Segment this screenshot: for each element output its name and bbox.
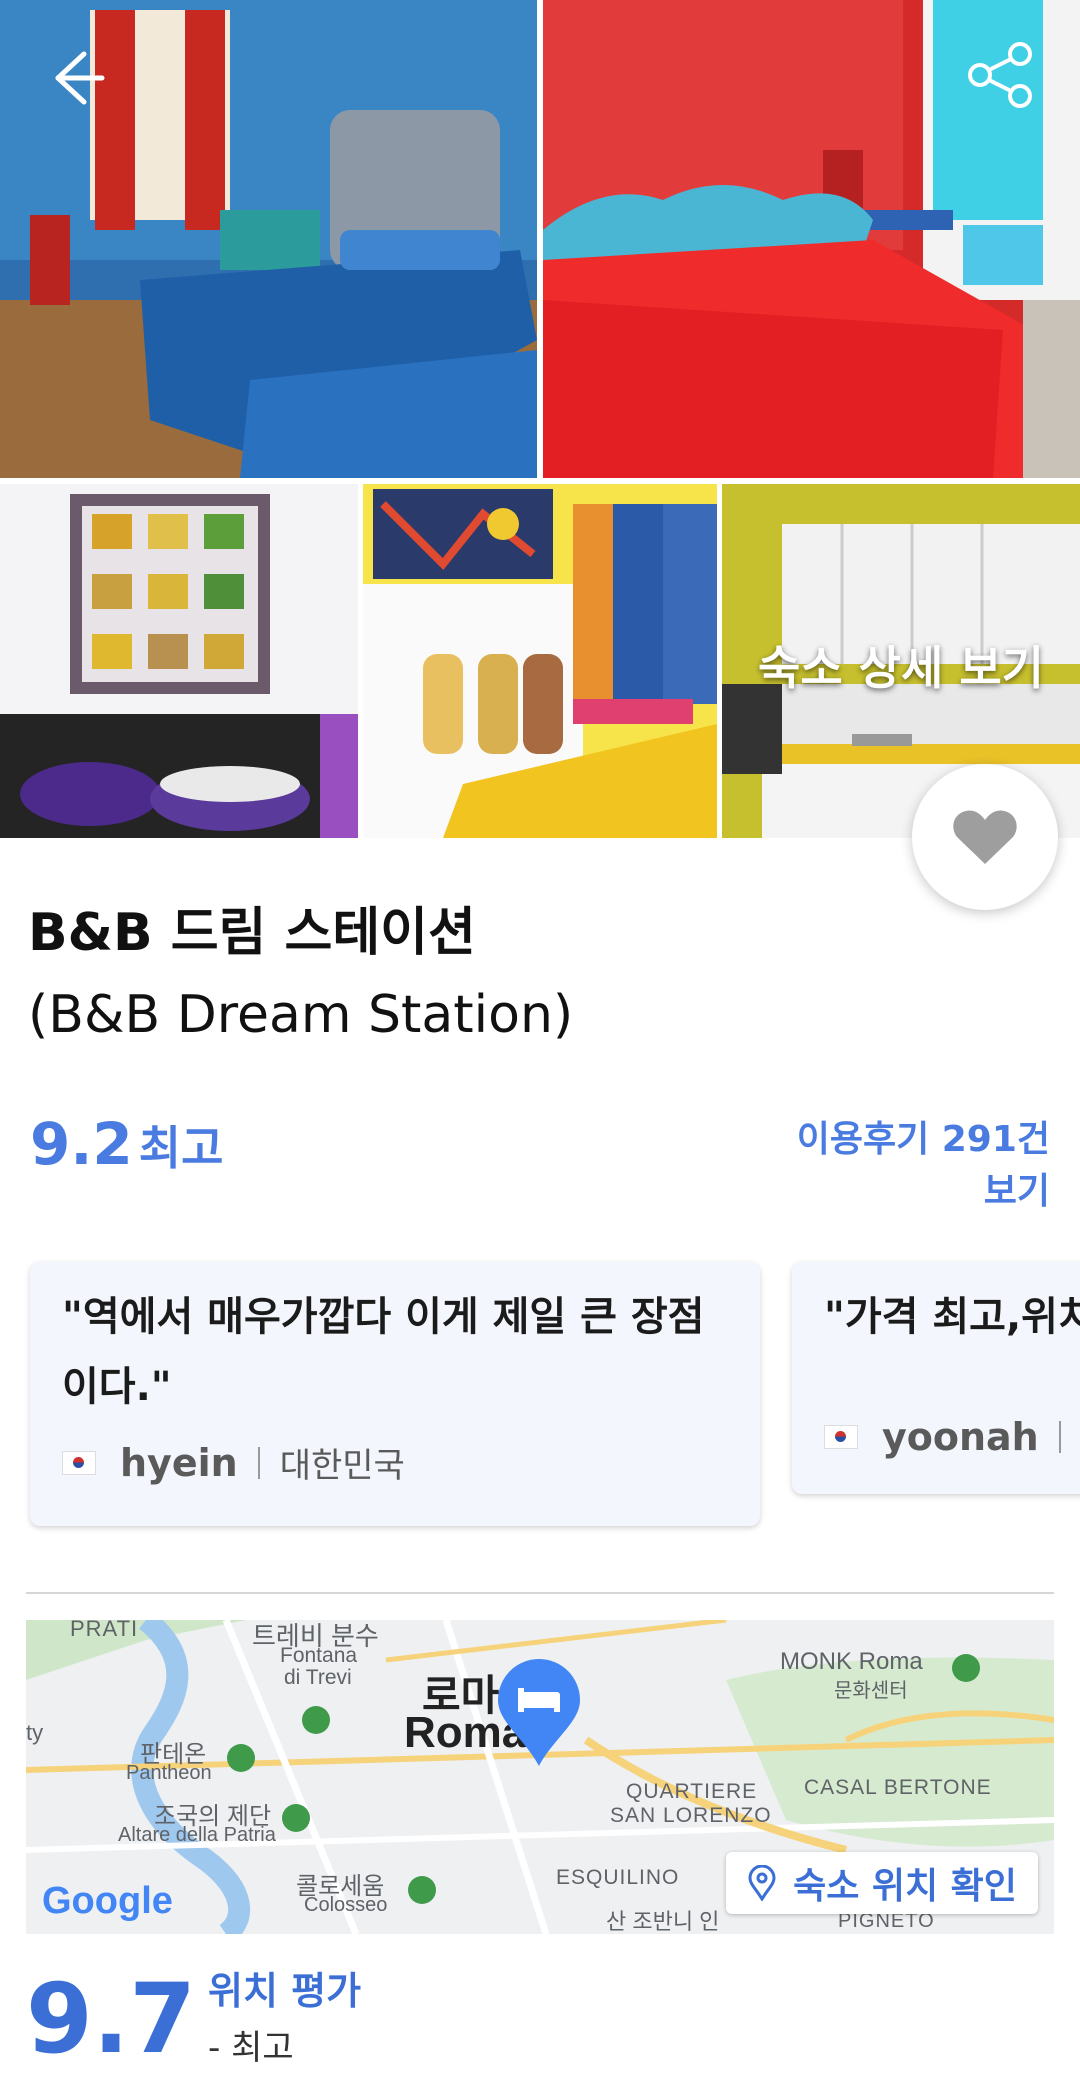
location-map[interactable]: PRATI 트레비 분수 Fontana di Trevi 로마 Roma 판테… (26, 1620, 1054, 1934)
map-label: Colosseo (304, 1894, 388, 1916)
map-pin-icon (748, 1865, 776, 1901)
photo-gallery[interactable]: 숙소 상세 보기 (0, 0, 1080, 838)
hotel-name-english: (B&B Dream Station) (28, 985, 574, 1045)
share-button[interactable] (966, 40, 1036, 110)
hotel-name-korean: B&B 드림 스테이션 (28, 903, 476, 963)
review-user: yoonah (882, 1414, 1039, 1459)
view-location-button[interactable]: 숙소 위치 확인 (726, 1852, 1038, 1914)
review-card[interactable]: "가격 최고,위치 yoonah 대 (792, 1262, 1080, 1494)
map-label: ty (26, 1720, 44, 1745)
map-label: Pantheon (126, 1762, 212, 1784)
share-icon (968, 42, 1032, 108)
rating-score: 9.2 (30, 1110, 133, 1178)
map-label: PRATI (70, 1620, 139, 1641)
view-reviews-link[interactable]: 이용후기 291건 보기 (720, 1114, 1050, 1218)
rating-label: 최고 (138, 1121, 224, 1175)
review-card[interactable]: "역에서 매우가깝다 이게 제일 큰 장점이다." hyein 대한민국 (30, 1262, 760, 1526)
review-user: hyein (120, 1440, 238, 1485)
google-logo: Google (42, 1880, 173, 1922)
hotel-pin-icon (498, 1659, 580, 1766)
heart-icon (953, 810, 1017, 864)
map-label: MONK Roma (780, 1648, 923, 1675)
reviews-link-view: 보기 (983, 1171, 1050, 1212)
review-author: yoonah 대 (824, 1412, 1080, 1461)
favorite-button[interactable] (912, 764, 1058, 910)
separator (1058, 1420, 1061, 1453)
korea-flag-icon (824, 1424, 858, 1449)
overall-rating: 9.2 최고 (30, 1110, 223, 1178)
map-label: 문화센터 (834, 1680, 908, 1702)
section-divider (26, 1592, 1054, 1594)
map-label: di Trevi (284, 1666, 352, 1689)
map-label: Fontana (280, 1644, 358, 1667)
hotel-title: B&B 드림 스테이션 (B&B Dream Station) (28, 892, 1048, 1056)
map-label: SAN LORENZO (610, 1804, 772, 1827)
map-label: QUARTIERE (626, 1780, 758, 1803)
review-author: hyein 대한민국 (62, 1438, 405, 1487)
view-location-label: 숙소 위치 확인 (793, 1866, 1017, 1907)
korea-flag-icon (62, 1450, 96, 1475)
map-label: CASAL BERTONE (804, 1776, 992, 1799)
reviews-link-count: 이용후기 291건 (796, 1119, 1050, 1160)
review-quote: "역에서 매우가깝다 이게 제일 큰 장점이다." (62, 1294, 705, 1410)
location-rating: 9.7 (26, 1964, 196, 2074)
map-label: Altare della Patria (118, 1824, 276, 1846)
arrow-left-icon (55, 51, 105, 105)
review-quote: "가격 최고,위치 (824, 1294, 1080, 1340)
location-rating-subtitle: - 최고 (208, 2028, 294, 2068)
review-country: 대한민국 (279, 1446, 405, 1486)
breakfast-photo[interactable] (363, 484, 717, 838)
location-score: 9.7 (26, 1963, 197, 2075)
map-label: 산 조반니 인 (606, 1909, 720, 1934)
separator (257, 1446, 260, 1479)
map-label: ESQUILINO (556, 1866, 680, 1889)
tea-box-photo[interactable] (0, 484, 358, 838)
back-button[interactable] (44, 46, 108, 110)
location-rating-title: 위치 평가 (208, 1969, 362, 2013)
view-details-link[interactable]: 숙소 상세 보기 (722, 628, 1080, 708)
